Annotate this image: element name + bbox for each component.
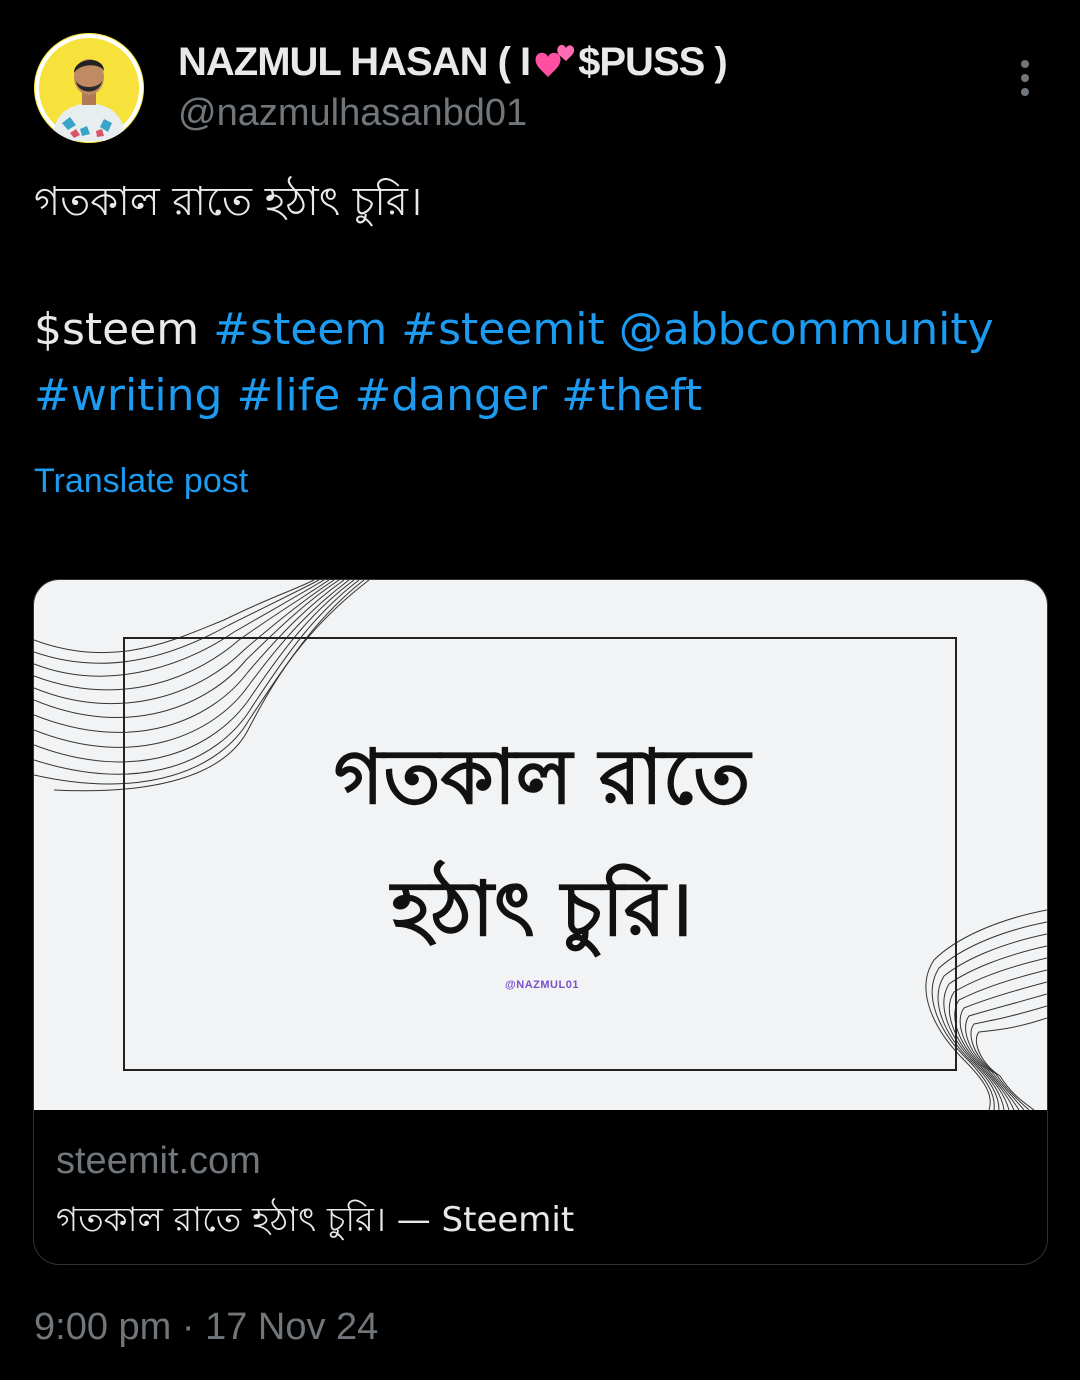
image-title-line-2: হঠাৎ চুরি। xyxy=(391,864,693,953)
more-options-icon[interactable] xyxy=(1010,58,1040,98)
image-frame: গতকাল রাতে হঠাৎ চুরি। @NAZMUL01 xyxy=(123,637,957,1071)
cashtag-steem[interactable]: $steem xyxy=(34,304,199,355)
display-name-start: NAZMUL HASAN ( I xyxy=(178,40,531,84)
author-handle[interactable]: @nazmulhasanbd01 xyxy=(178,92,527,135)
hashtag-steemit[interactable]: #steemit xyxy=(401,304,605,355)
link-preview-card[interactable]: গতকাল রাতে হঠাৎ চুরি। @NAZMUL01 steemit.… xyxy=(33,579,1048,1265)
hashtag-theft[interactable]: #theft xyxy=(561,370,702,421)
card-title: গতকাল রাতে হঠাৎ চুরি। — Steemit xyxy=(56,1200,575,1240)
card-domain: steemit.com xyxy=(56,1140,261,1182)
tweet-timestamp[interactable]: 9:00 pm · 17 Nov 24 xyxy=(34,1306,378,1349)
translate-post-link[interactable]: Translate post xyxy=(34,462,248,501)
mention-abbcommunity[interactable]: @abbcommunity xyxy=(619,304,994,355)
hashtag-writing[interactable]: #writing xyxy=(34,370,222,421)
tweet-text-line: গতকাল রাতে হঠাৎ চুরি। xyxy=(34,179,423,225)
two-hearts-icon xyxy=(535,44,575,77)
hashtag-steem[interactable]: #steem xyxy=(213,304,387,355)
avatar[interactable] xyxy=(34,33,144,143)
author-display-name[interactable]: NAZMUL HASAN ( I $PUSS ) xyxy=(178,40,728,85)
hashtag-danger[interactable]: #danger xyxy=(354,370,547,421)
link-preview-image: গতকাল রাতে হঠাৎ চুরি। @NAZMUL01 xyxy=(34,580,1047,1110)
display-name-end: $PUSS ) xyxy=(578,40,728,84)
tweet-tags-line-2: #writing #life #danger #theft xyxy=(34,364,1044,430)
tweet-text: গতকাল রাতে হঠাৎ চুরি। $steem #steem #ste… xyxy=(34,170,1044,430)
hashtag-life[interactable]: #life xyxy=(236,370,340,421)
image-title-line-1: গতকাল রাতে xyxy=(333,732,751,821)
tweet-tags-line-1: $steem #steem #steemit @abbcommunity xyxy=(34,298,1044,364)
avatar-photo xyxy=(34,33,144,143)
image-credit: @NAZMUL01 xyxy=(505,979,579,991)
